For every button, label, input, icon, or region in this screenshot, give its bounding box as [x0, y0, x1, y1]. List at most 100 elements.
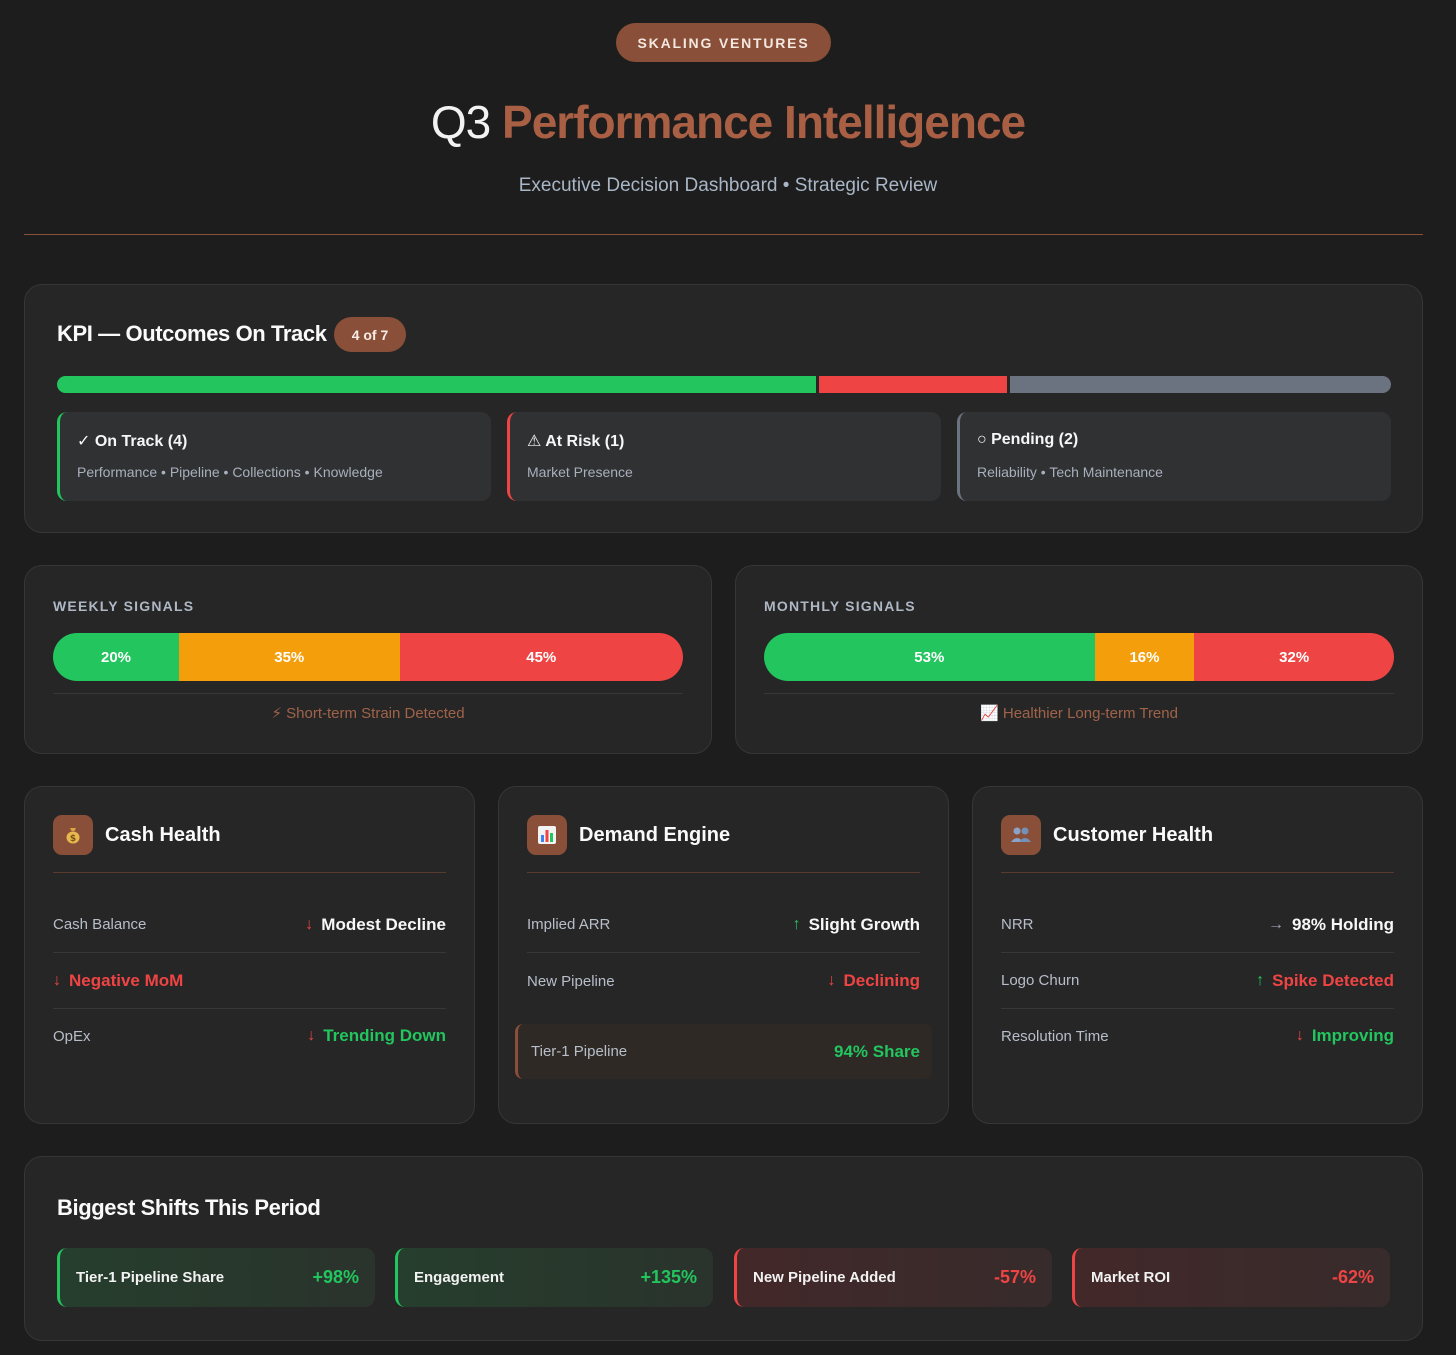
metric-label: Logo Churn	[1001, 972, 1080, 989]
weekly-signals-label: WEEKLY SIGNALS	[53, 598, 195, 614]
monthly-signals-bar: 53% 16% 32%	[764, 633, 1394, 681]
status-on-track-title: ✓ On Track (4)	[77, 433, 188, 450]
customer-health-title: Customer Health	[1053, 824, 1214, 846]
header-divider	[24, 234, 1423, 235]
weekly-signals-bar: 20% 35% 45%	[53, 633, 683, 681]
metric-label: Cash Balance	[53, 916, 147, 933]
shift-item: Tier-1 Pipeline Share +98%	[57, 1248, 375, 1307]
metric-label: Implied ARR	[527, 916, 611, 933]
demand-engine-title: Demand Engine	[579, 824, 731, 846]
weekly-segment-red: 45%	[399, 633, 683, 681]
metric-value: ↓ Trending Down	[307, 1026, 446, 1045]
customer-health-card: Customer Health NRR → 98% Holding Logo C…	[972, 786, 1423, 1124]
shift-label: Tier-1 Pipeline Share	[76, 1269, 225, 1286]
arrow-right-icon: →	[1267, 915, 1284, 933]
monthly-signals-card: MONTHLY SIGNALS 53% 16% 32% 📈 Healthier …	[735, 565, 1423, 754]
arrow-down-icon: ↓	[53, 971, 61, 989]
demand-engine-divider	[527, 872, 920, 873]
status-on-track: ✓ On Track (4) Performance • Pipeline • …	[57, 412, 491, 501]
biggest-shifts-card: Biggest Shifts This Period Tier-1 Pipeli…	[24, 1156, 1423, 1341]
kpi-bar-on-track	[57, 376, 820, 393]
monthly-segment-amber: 16%	[1094, 633, 1195, 681]
title-accent: Performance Intelligence	[502, 96, 1026, 148]
metric-value: → 98% Holding	[1267, 914, 1394, 934]
metric-value: ↑ Slight Growth	[792, 914, 920, 934]
metric-row: Implied ARR ↑ Slight Growth	[527, 897, 920, 953]
metric-row: Logo Churn ↑ Spike Detected	[1001, 953, 1394, 1009]
biggest-shifts-title: Biggest Shifts This Period	[57, 1195, 321, 1220]
weekly-signals-card: WEEKLY SIGNALS 20% 35% 45% ⚡ Short-term …	[24, 565, 712, 754]
highlight-label: Tier-1 Pipeline	[531, 1043, 628, 1060]
metric-value: ↓ Modest Decline	[305, 914, 446, 934]
svg-text:$: $	[70, 834, 76, 844]
kpi-title: KPI — Outcomes On Track	[57, 321, 327, 346]
kpi-bar-at-risk	[819, 376, 1010, 393]
people-icon	[1001, 815, 1041, 855]
brand-badge: SKALING VENTURES	[616, 23, 831, 62]
arrow-up-icon: ↑	[1256, 971, 1265, 989]
monthly-segment-red: 32%	[1194, 633, 1394, 681]
status-at-risk: ⚠ At Risk (1) Market Presence	[507, 412, 941, 501]
customer-health-divider	[1001, 872, 1394, 873]
shift-value: -57%	[993, 1267, 1036, 1287]
status-at-risk-title: ⚠ At Risk (1)	[527, 433, 625, 450]
metric-row: ↓ Negative MoM	[53, 953, 446, 1009]
monthly-segment-green: 53%	[764, 633, 1095, 681]
monthly-signals-note: 📈 Healthier Long-term Trend	[980, 705, 1178, 722]
weekly-signals-note: ⚡ Short-term Strain Detected	[271, 705, 465, 722]
metric-value: ↓ Negative MoM	[53, 970, 184, 990]
metric-row: New Pipeline ↓ Declining	[527, 953, 920, 1009]
metric-value: ↓ Improving	[1295, 1026, 1394, 1045]
shift-value: +98%	[312, 1267, 359, 1287]
shift-item: New Pipeline Added -57%	[734, 1248, 1052, 1307]
shift-value: +135%	[640, 1267, 697, 1287]
metric-value: ↓ Declining	[827, 971, 920, 990]
monthly-divider	[764, 693, 1394, 694]
page-title: Q3 Performance Intelligence	[0, 92, 1456, 152]
page-header: SKALING VENTURES Q3 Performance Intellig…	[0, 0, 1456, 236]
weekly-divider	[53, 693, 683, 694]
shift-label: Market ROI	[1091, 1269, 1171, 1286]
metric-value: ↑ Spike Detected	[1256, 970, 1394, 990]
cash-health-divider	[53, 872, 446, 873]
arrow-down-icon: ↓	[1295, 1027, 1304, 1044]
status-pending-items: Reliability • Tech Maintenance	[977, 464, 1163, 480]
kpi-count-badge: 4 of 7	[334, 317, 406, 352]
shift-item: Market ROI -62%	[1072, 1248, 1390, 1307]
metric-label: OpEx	[53, 1027, 91, 1045]
status-at-risk-items: Market Presence	[527, 464, 633, 480]
status-pending: ○ Pending (2) Reliability • Tech Mainten…	[957, 412, 1391, 501]
money-bag-icon: $	[53, 815, 93, 855]
highlight-row: Tier-1 Pipeline 94% Share	[515, 1024, 932, 1079]
kpi-progress-bar	[57, 376, 1391, 393]
metric-label: Resolution Time	[1001, 1027, 1109, 1045]
metric-label: NRR	[1001, 916, 1034, 933]
cash-health-title: Cash Health	[105, 824, 221, 846]
metric-row: Resolution Time ↓ Improving	[1001, 1008, 1394, 1064]
bar-chart-icon	[527, 815, 567, 855]
arrow-up-icon: ↑	[792, 915, 801, 933]
highlight-value: 94% Share	[834, 1041, 920, 1061]
page-subtitle: Executive Decision Dashboard • Strategic…	[518, 175, 938, 196]
weekly-segment-green: 20%	[53, 633, 179, 681]
weekly-segment-amber: 35%	[179, 633, 400, 681]
demand-engine-card: Demand Engine Implied ARR ↑ Slight Growt…	[498, 786, 949, 1124]
shift-item: Engagement +135%	[395, 1248, 713, 1307]
monthly-signals-label: MONTHLY SIGNALS	[764, 598, 916, 614]
kpi-bar-pending	[1009, 376, 1391, 393]
kpi-card: KPI — Outcomes On Track 4 of 7 ✓ On Trac…	[24, 284, 1423, 533]
shift-label: New Pipeline Added	[753, 1269, 896, 1286]
arrow-down-icon: ↓	[307, 1027, 316, 1044]
title-prefix: Q3	[430, 96, 491, 148]
metric-row: NRR → 98% Holding	[1001, 897, 1394, 953]
metric-row: OpEx ↓ Trending Down	[53, 1008, 446, 1064]
shift-label: Engagement	[414, 1269, 505, 1286]
arrow-down-icon: ↓	[827, 972, 836, 989]
metric-label: New Pipeline	[527, 972, 615, 990]
shift-value: -62%	[1331, 1267, 1374, 1287]
cash-health-card: $ Cash Health Cash Balance ↓ Modest Decl…	[24, 786, 475, 1124]
metric-row: Cash Balance ↓ Modest Decline	[53, 897, 446, 953]
status-on-track-items: Performance • Pipeline • Collections • K…	[77, 464, 383, 480]
status-pending-title: ○ Pending (2)	[977, 431, 1079, 448]
arrow-down-icon: ↓	[305, 915, 314, 933]
